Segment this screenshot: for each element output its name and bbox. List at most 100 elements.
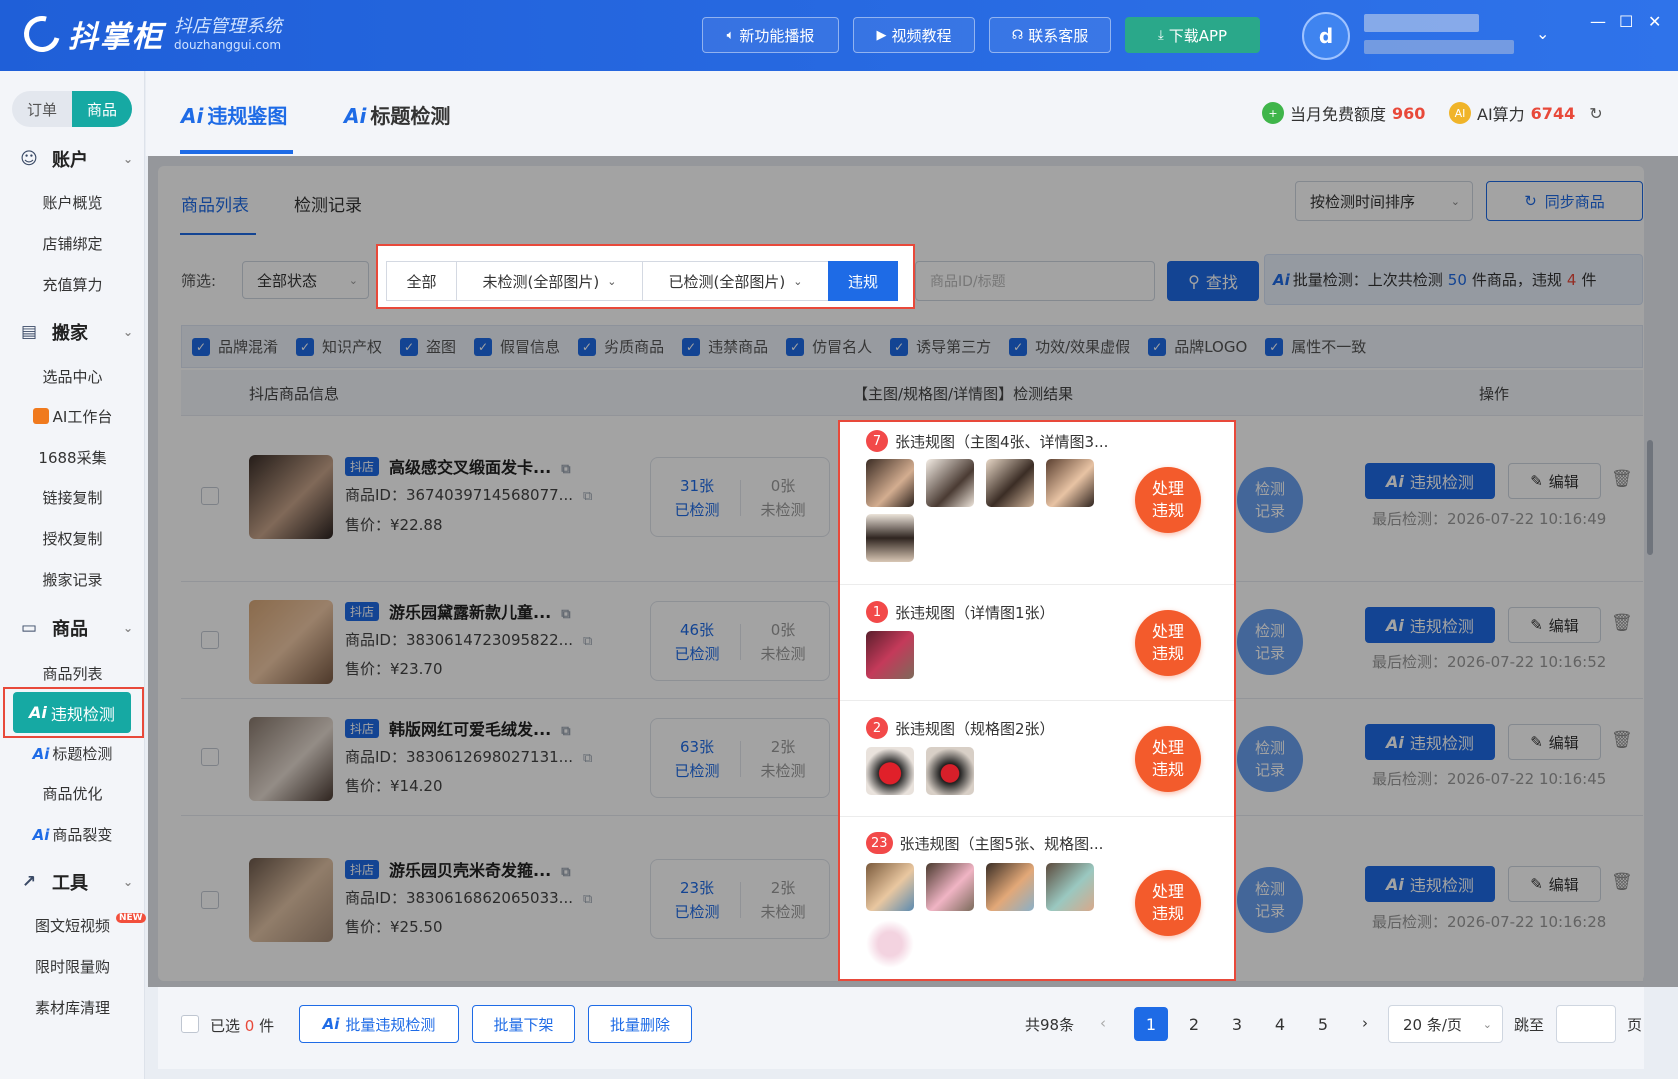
batch-delete-button[interactable]: 批量删除 [588, 1005, 692, 1043]
news-button[interactable]: 🔈︎ 新功能播报 [702, 17, 839, 53]
coin-icon: AI [1449, 102, 1471, 124]
page-3[interactable]: 3 [1220, 1007, 1254, 1041]
chevron-down-icon: ⌄ [122, 621, 133, 635]
sidebar-item-1688-collect[interactable]: 1688采集 [0, 447, 145, 468]
segment-checked[interactable]: 已检测(全部图片) ⌄ [642, 261, 829, 301]
segment-all[interactable]: 全部 [386, 261, 457, 301]
video-tutorial-button[interactable]: ▶ 视频教程 [853, 17, 975, 53]
violation-image-thumb[interactable] [866, 920, 914, 968]
sidebar-item-auth-copy[interactable]: 授权复制 [0, 528, 145, 549]
logo-name: 抖掌柜 [68, 20, 164, 55]
violation-image-thumb[interactable] [926, 459, 974, 507]
move-icon: ▤ [20, 322, 38, 342]
violation-image-thumb[interactable] [986, 459, 1034, 507]
top-bar: 抖掌柜 抖店管理系统 douzhanggui.com 🔈︎ 新功能播报 ▶ 视频教程… [0, 0, 1678, 71]
contact-support-button[interactable]: ☊ 联系客服 [989, 17, 1111, 53]
sidebar-section-tools[interactable]: ↗ 工具 ⌄ [18, 869, 133, 895]
violation-image-thumb[interactable] [866, 459, 914, 507]
total-count: 共98条 [1025, 1016, 1075, 1034]
logo-mark-icon [17, 9, 67, 59]
violation-image-thumb[interactable] [926, 863, 974, 911]
logo-subtitle: 抖店管理系统 [174, 16, 282, 37]
ai-power: AI AI算力 6744 ↻ [1449, 101, 1603, 125]
refresh-icon[interactable]: ↻ [1589, 104, 1602, 123]
violation-summary: 7 张违规图（主图4张、详情图3... [866, 430, 1108, 452]
select-all-checkbox[interactable] [181, 1015, 199, 1033]
violation-result-row: 7 张违规图（主图4张、详情图3... 处理 违规 [840, 422, 1234, 585]
headset-icon: ☊ [1011, 27, 1024, 43]
download-app-button[interactable]: ⤓ 下载APP [1125, 17, 1260, 53]
sidebar-item-goods-list[interactable]: 商品列表 [0, 663, 145, 684]
close-icon[interactable]: ✕ [1648, 12, 1661, 31]
violation-summary: 1 张违规图（详情图1张） [866, 601, 1055, 623]
tab-title-detect[interactable]: Ai 标题检测 [344, 100, 450, 129]
sidebar-section-move[interactable]: ▤ 搬家 ⌄ [18, 319, 133, 345]
segment-unchecked[interactable]: 未检测(全部图片) ⌄ [456, 261, 643, 301]
violation-image-thumb[interactable] [1046, 863, 1094, 911]
account-chevron-down-icon[interactable]: ⌄ [1536, 24, 1549, 43]
page-5[interactable]: 5 [1306, 1007, 1340, 1041]
tab-underline [180, 150, 293, 154]
chart-icon: ↗ [21, 872, 37, 892]
violation-count-badge: 23 [866, 832, 893, 854]
violation-image-thumb[interactable] [866, 514, 914, 562]
violation-result-row: 2 张违规图（规格图2张） 处理 违规 [840, 701, 1234, 817]
tab-violation-image[interactable]: Ai 违规鉴图 [181, 100, 287, 129]
sidebar-item-recharge[interactable]: 充值算力 [0, 274, 145, 295]
handle-violation-button[interactable]: 处理 违规 [1135, 610, 1201, 676]
prev-page-icon[interactable]: ‹ [1100, 1014, 1106, 1032]
sidebar-item-flash-sale[interactable]: 限时限量购 [0, 956, 145, 977]
switch-goods[interactable]: 商品 [72, 91, 132, 127]
page-2[interactable]: 2 [1177, 1007, 1211, 1041]
handle-violation-button[interactable]: 处理 违规 [1135, 726, 1201, 792]
chevron-down-icon: ⌄ [122, 152, 133, 166]
account-name-blurred [1364, 14, 1479, 32]
chevron-down-icon: ⌄ [122, 325, 133, 339]
selected-count: 已选 0 件 [210, 1017, 275, 1035]
minimize-icon[interactable]: — [1590, 12, 1606, 31]
batch-delist-button[interactable]: 批量下架 [472, 1005, 575, 1043]
sidebar-item-goods-optimize[interactable]: 商品优化 [0, 783, 145, 804]
page-1[interactable]: 1 [1134, 1007, 1168, 1041]
page-size-select[interactable]: 20 条/页 ⌄ [1388, 1005, 1503, 1043]
monthly-quota: + 当月免费额度 960 [1262, 101, 1425, 125]
sidebar-item-selection-center[interactable]: 选品中心 [0, 366, 145, 387]
sidebar-item-title-detect[interactable]: Ai 标题检测 [0, 743, 145, 764]
violation-image-thumb[interactable] [866, 863, 914, 911]
app-logo: 抖掌柜 抖店管理系统 douzhanggui.com [17, 9, 282, 59]
jump-page-input[interactable] [1556, 1005, 1616, 1043]
batch-violation-detect-button[interactable]: Ai 批量违规检测 [299, 1005, 459, 1043]
module-switch[interactable]: 订单 商品 [12, 91, 132, 127]
chevron-down-icon: ⌄ [607, 274, 617, 288]
sidebar-item-shop-bind[interactable]: 店铺绑定 [0, 233, 145, 254]
handle-violation-button[interactable]: 处理 违规 [1135, 467, 1201, 533]
account-icon: ☺ [20, 149, 38, 169]
sidebar-section-goods[interactable]: ▭ 商品 ⌄ [18, 615, 133, 641]
violation-image-thumb[interactable] [866, 631, 914, 679]
quota-icon: + [1262, 102, 1284, 124]
violation-count-badge: 7 [866, 430, 888, 452]
page-4[interactable]: 4 [1263, 1007, 1297, 1041]
switch-orders[interactable]: 订单 [12, 91, 72, 127]
page-unit-label: 页 [1627, 1016, 1643, 1034]
segment-violation[interactable]: 违规 [828, 261, 898, 301]
handle-violation-button[interactable]: 处理 违规 [1135, 870, 1201, 936]
next-page-icon[interactable]: › [1362, 1014, 1368, 1032]
sidebar-item-violation-detect[interactable]: Ai 违规检测 [13, 692, 131, 733]
sidebar-section-account[interactable]: ☺ 账户 ⌄ [18, 146, 133, 172]
sidebar-item-link-copy[interactable]: 链接复制 [0, 487, 145, 508]
sidebar-item-account-overview[interactable]: 账户概览 [0, 192, 145, 213]
download-icon: ⤓ [1157, 27, 1164, 43]
avatar[interactable]: d [1302, 12, 1350, 60]
maximize-icon[interactable]: ☐ [1619, 12, 1633, 31]
violation-image-thumb[interactable] [1046, 459, 1094, 507]
violation-image-thumb[interactable] [866, 747, 914, 795]
sidebar-item-move-records[interactable]: 搬家记录 [0, 569, 145, 590]
sidebar-item-goods-split[interactable]: Ai 商品裂变 [0, 824, 145, 845]
sidebar-item-material-cleanup[interactable]: 素材库清理 [0, 997, 145, 1018]
violation-count-badge: 1 [866, 601, 888, 623]
violation-image-thumb[interactable] [926, 747, 974, 795]
violation-image-thumb[interactable] [986, 863, 1034, 911]
violation-result-row: 23 张违规图（主图5张、规格图... 处理 违规 [840, 817, 1234, 979]
sidebar-item-ai-workbench[interactable]: AI工作台 [0, 406, 145, 427]
